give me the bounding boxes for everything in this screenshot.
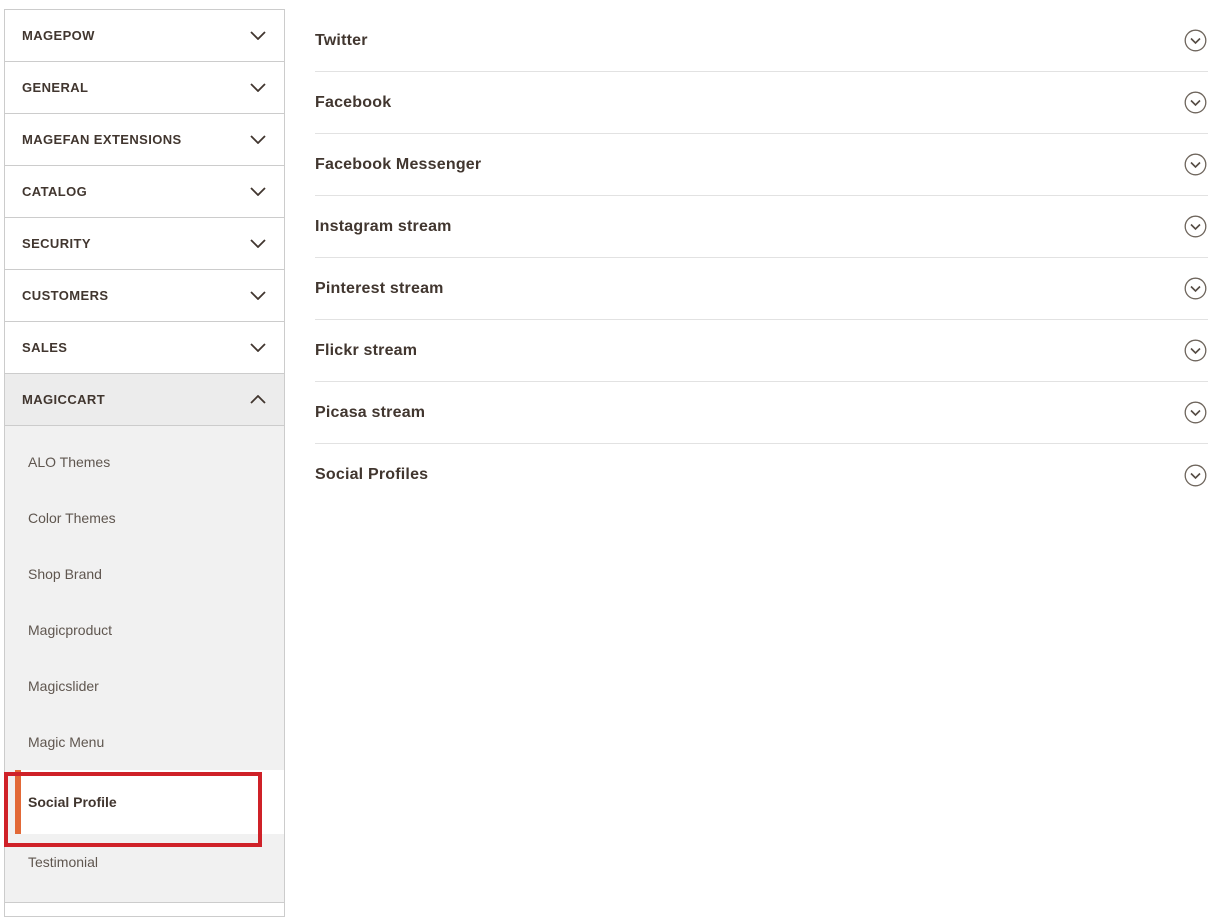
sidebar-section-security[interactable]: SECURITY bbox=[5, 218, 284, 270]
panel-twitter[interactable]: Twitter bbox=[315, 10, 1208, 72]
panel-title: Twitter bbox=[315, 32, 368, 50]
subnav-item-testimonial[interactable]: Testimonial bbox=[5, 834, 284, 890]
circle-chevron-down-icon[interactable] bbox=[1184, 277, 1207, 300]
sidebar-section-customers[interactable]: CUSTOMERS bbox=[5, 270, 284, 322]
panel-title: Facebook Messenger bbox=[315, 156, 481, 174]
chevron-down-icon bbox=[250, 31, 266, 40]
panel-facebook[interactable]: Facebook bbox=[315, 72, 1208, 134]
chevron-down-icon bbox=[250, 239, 266, 248]
circle-chevron-down-icon[interactable] bbox=[1184, 401, 1207, 424]
magiccart-subnav: ALO Themes Color Themes Shop Brand Magic… bbox=[5, 426, 284, 903]
chevron-down-icon bbox=[250, 187, 266, 196]
sidebar-section-label: CUSTOMERS bbox=[22, 288, 108, 303]
subnav-item-shop-brand[interactable]: Shop Brand bbox=[5, 546, 284, 602]
subnav-item-social-profile[interactable]: Social Profile bbox=[15, 770, 284, 834]
circle-chevron-down-icon[interactable] bbox=[1184, 215, 1207, 238]
panel-picasa-stream[interactable]: Picasa stream bbox=[315, 382, 1208, 444]
circle-chevron-down-icon[interactable] bbox=[1184, 339, 1207, 362]
subnav-item-magic-menu[interactable]: Magic Menu bbox=[5, 714, 284, 770]
circle-chevron-down-icon[interactable] bbox=[1184, 153, 1207, 176]
panel-title: Facebook bbox=[315, 94, 391, 112]
sidebar-section-magiccart[interactable]: MAGICCART bbox=[5, 374, 284, 426]
subnav-item-magicslider[interactable]: Magicslider bbox=[5, 658, 284, 714]
config-nav-sidebar: MAGEPOW GENERAL MAGEFAN EXTENSIONS CATAL… bbox=[4, 9, 285, 917]
panel-title: Pinterest stream bbox=[315, 280, 444, 298]
chevron-down-icon bbox=[250, 343, 266, 352]
sidebar-section-label: MAGEFAN EXTENSIONS bbox=[22, 132, 182, 147]
panel-facebook-messenger[interactable]: Facebook Messenger bbox=[315, 134, 1208, 196]
circle-chevron-down-icon[interactable] bbox=[1184, 91, 1207, 114]
panel-pinterest-stream[interactable]: Pinterest stream bbox=[315, 258, 1208, 320]
sidebar-section-label: MAGICCART bbox=[22, 392, 105, 407]
panel-instagram-stream[interactable]: Instagram stream bbox=[315, 196, 1208, 258]
sidebar-next-section-cutoff bbox=[5, 903, 284, 917]
sidebar-section-magefan-extensions[interactable]: MAGEFAN EXTENSIONS bbox=[5, 114, 284, 166]
chevron-down-icon bbox=[250, 135, 266, 144]
sidebar-section-general[interactable]: GENERAL bbox=[5, 62, 284, 114]
config-panels: Twitter Facebook Facebook Messenger Inst… bbox=[285, 0, 1230, 506]
panel-title: Flickr stream bbox=[315, 342, 417, 360]
panel-social-profiles[interactable]: Social Profiles bbox=[315, 444, 1208, 506]
sidebar-section-label: SECURITY bbox=[22, 236, 91, 251]
subnav-item-alo-themes[interactable]: ALO Themes bbox=[5, 434, 284, 490]
chevron-up-icon bbox=[250, 395, 266, 404]
sidebar-section-sales[interactable]: SALES bbox=[5, 322, 284, 374]
sidebar-section-label: MAGEPOW bbox=[22, 28, 95, 43]
sidebar-section-catalog[interactable]: CATALOG bbox=[5, 166, 284, 218]
panel-title: Picasa stream bbox=[315, 404, 425, 422]
panel-flickr-stream[interactable]: Flickr stream bbox=[315, 320, 1208, 382]
sidebar-section-label: SALES bbox=[22, 340, 67, 355]
circle-chevron-down-icon[interactable] bbox=[1184, 464, 1207, 487]
subnav-item-magicproduct[interactable]: Magicproduct bbox=[5, 602, 284, 658]
circle-chevron-down-icon[interactable] bbox=[1184, 29, 1207, 52]
chevron-down-icon bbox=[250, 291, 266, 300]
sidebar-section-label: GENERAL bbox=[22, 80, 88, 95]
sidebar-section-label: CATALOG bbox=[22, 184, 87, 199]
sidebar-section-magepow[interactable]: MAGEPOW bbox=[5, 10, 284, 62]
panel-title: Social Profiles bbox=[315, 466, 428, 484]
subnav-item-color-themes[interactable]: Color Themes bbox=[5, 490, 284, 546]
chevron-down-icon bbox=[250, 83, 266, 92]
panel-title: Instagram stream bbox=[315, 218, 452, 236]
